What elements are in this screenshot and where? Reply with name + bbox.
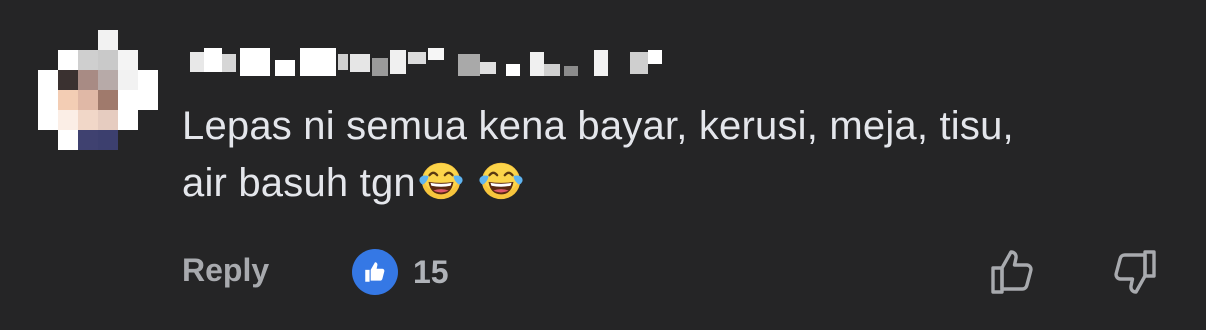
- avatar-pixel: [98, 50, 118, 70]
- avatar-pixel: [38, 110, 58, 130]
- username-pixel: [564, 66, 578, 76]
- thumbs-up-outline-icon: [991, 250, 1033, 294]
- username-pixel: [222, 54, 236, 72]
- face-with-tears-of-joy-icon: [479, 162, 523, 200]
- username-pixel: [275, 60, 295, 76]
- avatar-pixel: [38, 70, 58, 90]
- username-pixel: [594, 50, 608, 76]
- avatar-pixel: [138, 90, 158, 110]
- author-name-censored[interactable]: [180, 36, 700, 86]
- comment: Lepas ni semua kena bayar, kerusi, meja,…: [0, 0, 1206, 330]
- username-pixel: [350, 54, 370, 72]
- avatar-pixel: [58, 130, 78, 150]
- username-pixel: [204, 48, 222, 72]
- avatar-pixel: [118, 50, 138, 70]
- avatar-pixel: [58, 90, 78, 110]
- username-pixel: [390, 50, 406, 74]
- username-pixel: [506, 64, 520, 76]
- avatar-pixel: [78, 70, 98, 90]
- username-pixel: [428, 48, 444, 60]
- username-pixel: [630, 52, 648, 74]
- downvote-button[interactable]: [1106, 244, 1162, 300]
- avatar-pixel: [118, 90, 138, 110]
- upvote-button[interactable]: [985, 244, 1041, 300]
- username-pixel: [372, 58, 388, 76]
- avatar-pixel: [98, 130, 118, 150]
- username-pixel: [338, 54, 348, 70]
- avatar-pixel: [98, 30, 118, 50]
- reply-button[interactable]: Reply: [182, 252, 269, 289]
- avatar-pixel: [98, 90, 118, 110]
- like-thumbs-up-icon: [352, 249, 398, 295]
- avatar-pixel: [78, 90, 98, 110]
- username-pixel: [530, 52, 544, 76]
- reaction-summary[interactable]: 15: [352, 248, 449, 296]
- avatar-pixel: [58, 50, 78, 70]
- avatar-pixel: [78, 50, 98, 70]
- username-pixel: [480, 62, 496, 74]
- avatar-pixel: [58, 110, 78, 130]
- avatar[interactable]: [38, 30, 158, 150]
- comment-text-line-2: air basuh tgn: [182, 161, 416, 205]
- comment-text: Lepas ni semua kena bayar, kerusi, meja,…: [182, 98, 1162, 212]
- avatar-pixel: [78, 130, 98, 150]
- avatar-pixel: [118, 110, 138, 130]
- avatar-pixel: [138, 70, 158, 90]
- username-pixel: [408, 52, 426, 64]
- avatar-pixel: [78, 110, 98, 130]
- like-count: 15: [413, 253, 449, 290]
- username-pixel: [300, 48, 336, 76]
- comment-text-line-1: Lepas ni semua kena bayar, kerusi, meja,…: [182, 104, 1014, 148]
- username-pixel: [648, 50, 662, 64]
- username-pixel: [190, 52, 204, 72]
- username-pixel: [240, 48, 270, 76]
- avatar-pixel: [58, 70, 78, 90]
- face-with-tears-of-joy-icon: [419, 162, 463, 200]
- avatar-pixel: [38, 90, 58, 110]
- avatar-pixel: [98, 70, 118, 90]
- avatar-pixel: [98, 110, 118, 130]
- avatar-pixel: [118, 70, 138, 90]
- username-pixel: [458, 54, 480, 76]
- username-pixel: [544, 64, 560, 76]
- thumbs-down-outline-icon: [1114, 250, 1156, 294]
